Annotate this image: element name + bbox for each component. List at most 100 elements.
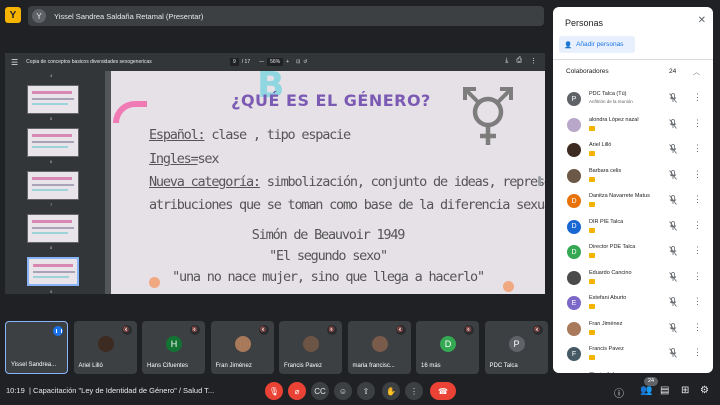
tile-name: Francis Pavez [284, 363, 323, 369]
mic-off-icon[interactable] [669, 348, 677, 358]
participant-row[interactable]: F Francis Pavez ⋮ [553, 343, 713, 368]
download-icon[interactable]: ⤓ [505, 57, 508, 65]
participant-row[interactable]: alondra López nazal ⋮ [553, 114, 713, 139]
meet-logo: Y [5, 7, 21, 23]
avatar [567, 117, 581, 132]
meeting-title: | Capacitación "Ley de Identidad de Géne… [29, 386, 215, 395]
page-thumbnail[interactable] [27, 214, 79, 243]
participant-row[interactable]: Glosireth Lugo ⋮ [553, 369, 713, 374]
zoom-in-icon[interactable]: + [286, 59, 289, 65]
mic-off-icon[interactable] [669, 118, 677, 129]
chat-icon[interactable]: ▤ [660, 385, 669, 396]
more-vert-icon[interactable]: ⋮ [693, 373, 702, 374]
participant-row[interactable]: Eduardo Cancino ⋮ [553, 267, 713, 292]
participant-row[interactable]: E Estefani Aburto ⋮ [553, 292, 713, 317]
chevron-up-icon[interactable]: ︿ [693, 67, 700, 77]
participant-row[interactable]: Fran Jiménez ⋮ [553, 318, 713, 343]
mic-off-icon[interactable] [669, 195, 677, 205]
page-current-input[interactable]: 9 [230, 58, 239, 66]
participant-tile[interactable]: 🔇 maria francisc... [347, 321, 411, 374]
scrollbar[interactable] [538, 176, 541, 186]
mic-off-button[interactable]: 🎙 [265, 382, 283, 400]
participant-tile[interactable]: H 🔇 Hans Cifuentes [142, 321, 205, 374]
page-thumbnail[interactable] [27, 85, 79, 114]
mic-off-icon[interactable] [669, 93, 677, 103]
more-vert-icon[interactable]: ⋮ [693, 220, 702, 231]
participant-name: PDC Talca (Tú) [589, 91, 627, 97]
camera-off-button[interactable]: ⌀ [288, 382, 306, 400]
add-people-label: Añadir personas [576, 41, 624, 48]
present-button[interactable]: ⇧ [357, 382, 375, 400]
avatar: D [567, 219, 581, 234]
more-vert-icon[interactable]: ⋮ [693, 118, 702, 129]
info-icon[interactable]: ⓘ [614, 385, 624, 400]
slide-line-1: Español: clase , tipo espacie [149, 127, 351, 143]
participant-tile[interactable]: 🔇 Francis Pavez [279, 321, 342, 374]
captions-button[interactable]: CC [311, 382, 329, 400]
mic-off-icon: 🔇 [258, 325, 269, 335]
rotate-icon[interactable]: ↺ [303, 59, 307, 65]
end-call-button[interactable]: ☎ [430, 382, 456, 400]
mic-off-icon[interactable] [669, 220, 677, 231]
participant-tile[interactable]: P 🔇 PDC Talca [484, 321, 548, 374]
participant-tile[interactable]: 🔇 Ariel Lilló [73, 321, 137, 374]
mic-off-icon[interactable] [669, 144, 677, 154]
page-thumbnail[interactable] [27, 171, 79, 200]
more-vert-icon[interactable]: ⋮ [693, 169, 702, 180]
quote-text: "una no nace mujer, sino que llega a hac… [172, 269, 485, 285]
more-vert-icon[interactable]: ⋮ [530, 57, 537, 65]
participant-name: Danitza Navarrete Matus [589, 193, 650, 199]
participant-row[interactable]: Barbara celis ⋮ [553, 165, 713, 190]
participant-tile[interactable]: D 🔇 16 más [416, 321, 479, 374]
people-icon[interactable]: 👥 [640, 385, 652, 396]
participant-row[interactable]: P PDC Talca (Tú) Anfitrión de la reunión … [553, 88, 713, 113]
mic-off-icon[interactable] [669, 169, 677, 180]
avatar: P [567, 92, 581, 106]
more-vert-icon[interactable]: ⋮ [693, 296, 702, 307]
host-controls-icon[interactable]: ⚙ [700, 385, 709, 396]
raise-hand-button[interactable]: ✋ [382, 382, 400, 400]
page-thumbnail[interactable] [27, 128, 79, 157]
participant-row[interactable]: D Director PDE Talca ⋮ [553, 241, 713, 266]
zoom-out-icon[interactable]: — [259, 59, 264, 65]
close-icon[interactable]: ✕ [698, 15, 706, 26]
tile-name: 16 más [421, 363, 441, 369]
add-people-button[interactable]: 👤 Añadir personas [559, 36, 635, 53]
more-vert-icon[interactable]: ⋮ [693, 271, 702, 282]
panel-title: Personas [565, 18, 604, 28]
more-vert-icon[interactable]: ⋮ [693, 347, 702, 358]
participant-name: Eduardo Cancino [589, 269, 632, 276]
avatar: D [567, 194, 581, 208]
page-thumbnail-selected[interactable] [27, 257, 79, 286]
participant-row[interactable]: D Danitza Navarrete Matus ⋮ [553, 190, 713, 215]
pdf-toolbar: ☰ Copia de conceptos basicos diversidade… [5, 53, 545, 71]
more-options-button[interactable]: ⋮ [405, 382, 423, 400]
participant-tile[interactable]: Yissel Sandrea... [5, 321, 68, 374]
quote-book: "El segundo sexo" [269, 248, 388, 264]
more-vert-icon[interactable]: ⋮ [693, 322, 702, 333]
fit-page-icon[interactable]: ⊡ [296, 59, 300, 65]
participant-tile[interactable]: 🔇 Fran Jiménez [210, 321, 274, 374]
more-vert-icon[interactable]: ⋮ [693, 245, 702, 256]
more-vert-icon[interactable]: ⋮ [693, 92, 702, 103]
presenter-chip[interactable]: Y Yissel Sandrea Saldaña Retamal (Presen… [28, 6, 544, 26]
mic-off-icon[interactable] [669, 271, 677, 282]
slide-decoration [113, 101, 147, 123]
participant-row[interactable]: Ariel Lilló ⋮ [553, 139, 713, 164]
presenter-bar: Y Y Yissel Sandrea Saldaña Retamal (Pres… [0, 0, 548, 34]
activities-icon[interactable]: ⊞ [681, 385, 689, 396]
people-panel: Personas ✕ 👤 Añadir personas Colaborador… [553, 7, 713, 373]
thumb-number: 6 [50, 159, 53, 164]
menu-icon[interactable]: ☰ [11, 58, 18, 67]
mic-off-icon[interactable] [669, 322, 677, 333]
more-vert-icon[interactable]: ⋮ [693, 194, 702, 205]
emoji-button[interactable]: ☺ [334, 382, 352, 400]
mic-off-icon[interactable] [669, 246, 677, 256]
more-vert-icon[interactable]: ⋮ [693, 143, 702, 154]
mic-off-icon: 🔇 [190, 325, 200, 335]
mic-off-icon[interactable] [669, 297, 677, 307]
avatar [97, 336, 114, 352]
print-icon[interactable]: ⎙ [516, 57, 522, 65]
participant-row[interactable]: D DIR PIE Talca ⋮ [553, 216, 713, 241]
zoom-level[interactable]: 56% [267, 58, 284, 66]
